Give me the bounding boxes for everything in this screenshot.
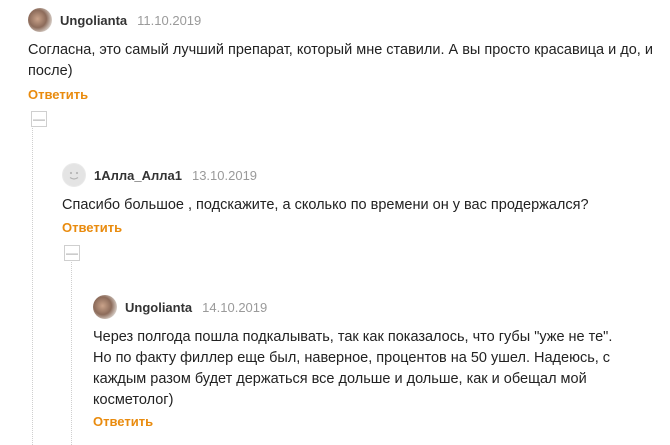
comment-text: Согласна, это самый лучший препарат, кот…: [28, 42, 653, 79]
minus-icon: —: [33, 112, 45, 126]
comment-username[interactable]: Ungolianta: [125, 300, 192, 315]
user-photo-icon[interactable]: [93, 295, 117, 319]
comment-item: 1Алла_Алла1 13.10.2019 Спасибо большое ,…: [62, 163, 652, 216]
thread-line-level-2: [71, 246, 72, 445]
comment-meta: Ungolianta 14.10.2019: [93, 295, 623, 319]
reply-button[interactable]: Ответить: [28, 87, 88, 102]
reply-button[interactable]: Ответить: [93, 414, 153, 429]
reply-button[interactable]: Ответить: [62, 220, 122, 235]
collapse-thread-button[interactable]: —: [31, 111, 47, 127]
smiley-face-icon: [63, 164, 85, 186]
thread-line-level-1: [32, 114, 33, 445]
comment-username[interactable]: 1Алла_Алла1: [94, 168, 182, 183]
collapse-thread-button[interactable]: —: [64, 245, 80, 261]
comment-meta: 1Алла_Алла1 13.10.2019: [62, 163, 652, 187]
comment-item: Ungolianta 11.10.2019 Согласна, это самы…: [28, 8, 653, 82]
comment-date: 11.10.2019: [137, 12, 202, 28]
comment-date: 13.10.2019: [191, 167, 258, 183]
minus-icon: —: [66, 246, 78, 260]
comment-text: Спасибо большое , подскажите, а сколько …: [62, 197, 589, 213]
user-photo-icon[interactable]: [28, 8, 52, 32]
default-avatar-icon[interactable]: [62, 163, 86, 187]
comment-item: Ungolianta 14.10.2019 Через полгода пошл…: [93, 295, 623, 411]
comment-date: 14.10.2019: [202, 299, 268, 315]
comment-meta: Ungolianta 11.10.2019: [28, 8, 653, 32]
comment-text: Через полгода пошла подкалывать, так как…: [93, 329, 613, 408]
comment-username[interactable]: Ungolianta: [60, 13, 127, 28]
